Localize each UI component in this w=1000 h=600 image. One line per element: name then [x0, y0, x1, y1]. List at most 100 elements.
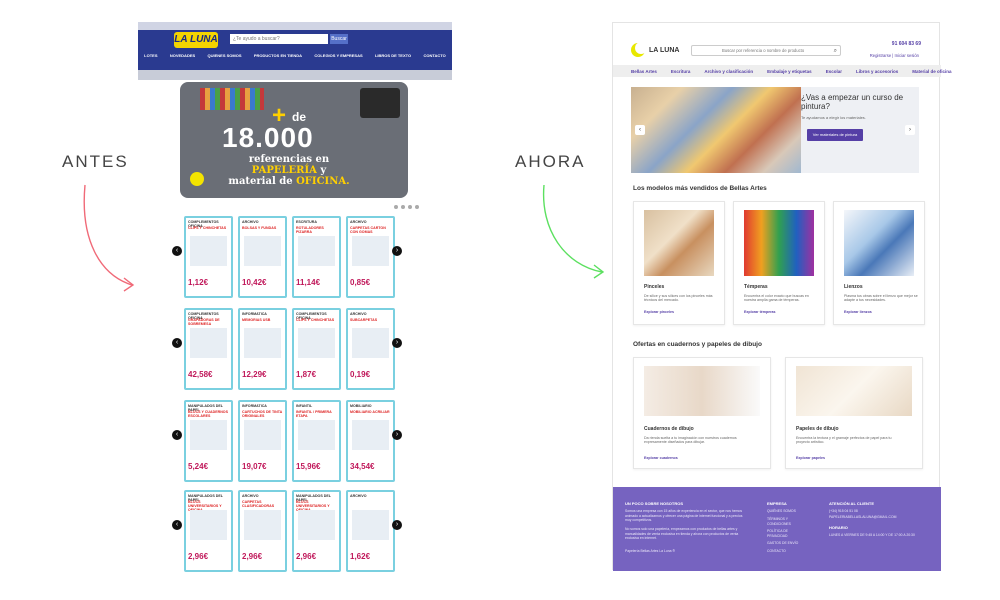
product-image [352, 510, 389, 540]
chevron-left-icon[interactable]: ‹ [172, 430, 182, 440]
product-image [298, 510, 335, 540]
old-product-card[interactable]: ARCHIVO SUBCARPETAS 0,19€ [346, 308, 395, 390]
product-card-pinceles[interactable]: Pinceles De sílice y sus sílices con los… [633, 201, 725, 325]
old-hero-banner[interactable]: + de 18.000 referencias en PAPELERÍA y m… [180, 82, 408, 198]
card-name [348, 500, 393, 508]
old-nav-item[interactable]: LIBROS DE TEXTO [375, 53, 411, 58]
old-product-card[interactable]: COMPLEMENTOS OFICINA GRAPADORAS DE SOBREM… [184, 308, 233, 390]
hero-number: 18.000 [222, 122, 314, 153]
old-product-card[interactable]: ARCHIVO CARPETAS CLASIFICADORAS 2,96€ [238, 490, 287, 572]
card-price: 15,96€ [296, 462, 321, 471]
chevron-left-icon[interactable]: ‹ [172, 338, 182, 348]
old-product-row: ‹ MANIPULADOS DEL PAPEL BLOCS UNIVERSITARI… [172, 490, 402, 576]
card-name: CLIPS Y CHINCHETAS [188, 226, 227, 230]
footer-link[interactable]: TÉRMINOS Y CONDICIONES [767, 517, 807, 526]
new-search-input[interactable]: Buscar por referencia o nombre de produc… [691, 45, 841, 56]
footer-text: No somos solo una papelería, empezamos c… [625, 527, 739, 541]
old-product-card[interactable]: MANIPULADOS DEL PAPEL BLOCS Y CUADERNOS E… [184, 400, 233, 482]
card-name: ROTULADORES PIZARRA [296, 226, 324, 234]
hero-subtitle: referencias en PAPELERÍA y material de O… [228, 154, 350, 187]
old-search-button[interactable]: Buscar [330, 34, 348, 44]
old-product-card[interactable]: COMPLEMENTOS OFICINA CLIPS Y CHINCHETAS 1,… [184, 216, 233, 298]
card-price: 2,96€ [296, 552, 317, 561]
card-link[interactable]: Explorar pinceles [644, 310, 674, 314]
search-icon[interactable]: ⌕ [834, 47, 837, 56]
old-nav-item[interactable]: LOTES [144, 53, 157, 58]
product-card-temperas[interactable]: Témperas Encuentra el color exacto que b… [733, 201, 825, 325]
chevron-left-icon[interactable]: ‹ [172, 520, 182, 530]
card-category: INFORMATICA [242, 404, 267, 408]
card-price: 5,24€ [188, 462, 209, 471]
product-image [352, 420, 389, 450]
card-name: BLOCS UNIVERSITARIOS Y OFICINA [188, 500, 222, 512]
product-image [298, 420, 335, 450]
old-product-card[interactable]: COMPLEMENTOS OFICINA CLIPS Y CHINCHETAS 1,… [292, 308, 341, 390]
product-image [352, 328, 389, 358]
old-header: LA LUNA ¿Te ayudo a buscar? Buscar LOTES… [138, 22, 452, 70]
old-product-row: ‹ COMPLEMENTOS OFICINA GRAPADORAS DE SOBRE… [172, 308, 402, 394]
menu-item[interactable]: Bellas Artes [631, 69, 657, 74]
menu-item[interactable]: Embalaje y etiquetas [767, 69, 812, 74]
card-desc: Encuentra el color exacto que buscas en … [744, 294, 809, 303]
chevron-right-icon[interactable]: › [905, 125, 915, 135]
old-product-card[interactable]: INFANTIL INFANTIL / PRIMERA ETAPA 15,96€ [292, 400, 341, 482]
hero-cta-button[interactable]: Ver materiales de pintura [807, 129, 863, 141]
old-product-card[interactable]: MANIPULADOS DEL PAPEL BLOCS UNIVERSITARIO… [292, 490, 341, 572]
old-logo[interactable]: LA LUNA [174, 32, 218, 48]
chevron-left-icon[interactable]: ‹ [635, 125, 645, 135]
card-price: 1,87€ [296, 370, 317, 379]
new-site-screenshot: LA LUNA Buscar por referencia o nombre d… [612, 22, 952, 571]
menu-item[interactable]: Escritura [671, 69, 691, 74]
old-product-card[interactable]: ESCRITURA ROTULADORES PIZARRA 11,14€ [292, 216, 341, 298]
card-link[interactable]: Explorar lienzos [844, 310, 872, 314]
old-nav-item[interactable]: CONTACTO [423, 53, 445, 58]
old-product-card[interactable]: MOBILIARIO MOBILIARIO ACRILIAR 34,54€ [346, 400, 395, 482]
footer-link[interactable]: POLÍTICA DE PRIVACIDAD [767, 529, 807, 538]
old-nav-item[interactable]: COLEGIOS Y EMPRESAS [314, 53, 362, 58]
card-link[interactable]: Explorar cuadernos [644, 456, 678, 460]
footer-link[interactable]: QUIÉNES SOMOS [767, 509, 796, 514]
footer-email[interactable]: PAPELERIABELLASLALUNA@GMAIL.COM [829, 515, 896, 520]
chevron-right-icon[interactable]: › [392, 338, 402, 348]
old-product-card[interactable]: ARCHIVO CARPETAS CARTON CON GOMAS 0,85€ [346, 216, 395, 298]
old-nav-item[interactable]: QUIENES SOMOS [208, 53, 242, 58]
card-link[interactable]: Explorar témperas [744, 310, 776, 314]
card-name: GRAPADORAS DE SOBREMESA [188, 318, 220, 326]
card-name: BOLSAS Y FUNDAS [242, 226, 277, 230]
new-logo[interactable]: LA LUNA [631, 42, 679, 57]
old-product-card[interactable]: ARCHIVO 1,62€ [346, 490, 395, 572]
menu-item[interactable]: Escolar [826, 69, 842, 74]
card-price: 1,62€ [350, 552, 371, 561]
chevron-right-icon[interactable]: › [392, 430, 402, 440]
card-price: 34,54€ [350, 462, 375, 471]
old-product-card[interactable]: ARCHIVO BOLSAS Y FUNDAS 10,42€ [238, 216, 287, 298]
offer-card-cuadernos[interactable]: Cuadernos de dibujo Da rienda suelta a t… [633, 357, 771, 469]
menu-item[interactable]: Archivo y clasificación [704, 69, 753, 74]
account-links[interactable]: Registrarse | Iniciar sesión [870, 53, 919, 58]
card-title: Pinceles [644, 284, 665, 290]
old-product-card[interactable]: INFORMATICA MEMORIAS USB 12,29€ [238, 308, 287, 390]
menu-item[interactable]: Material de oficina [912, 69, 951, 74]
card-text [294, 542, 339, 552]
card-text [186, 268, 231, 278]
card-link[interactable]: Explorar papeles [796, 456, 825, 460]
old-product-card[interactable]: INFORMATICA CARTUCHOS DE TINTA ORIGINALES… [238, 400, 287, 482]
chevron-left-icon[interactable]: ‹ [172, 246, 182, 256]
chevron-right-icon[interactable]: › [392, 520, 402, 530]
menu-item[interactable]: Libros y accesorios [856, 69, 898, 74]
old-search-input[interactable]: ¿Te ayudo a buscar? [230, 34, 328, 44]
old-product-card[interactable]: MANIPULADOS DEL PAPEL BLOCS UNIVERSITARIO… [184, 490, 233, 572]
old-nav-item[interactable]: PRODUCTOS EN TIENDA [254, 53, 302, 58]
old-nav-item[interactable]: NOVEDADES [170, 53, 195, 58]
footer-link[interactable]: CONTACTO [767, 549, 786, 554]
offer-card-papeles[interactable]: Papeles de dibujo Encuentra la textura y… [785, 357, 923, 469]
search-placeholder: Buscar por referencia o nombre de produc… [722, 48, 805, 53]
card-text [240, 452, 285, 462]
footer-heading: UN POCO SOBRE NOSOTROS [625, 501, 684, 506]
product-card-lienzos[interactable]: Lienzos Plasma tus obras sobre el lienzo… [833, 201, 925, 325]
product-image [244, 328, 281, 358]
chevron-right-icon[interactable]: › [392, 246, 402, 256]
carousel-dots[interactable] [394, 205, 419, 209]
product-image [352, 236, 389, 266]
footer-link[interactable]: GASTOS DE ENVÍO [767, 541, 798, 546]
